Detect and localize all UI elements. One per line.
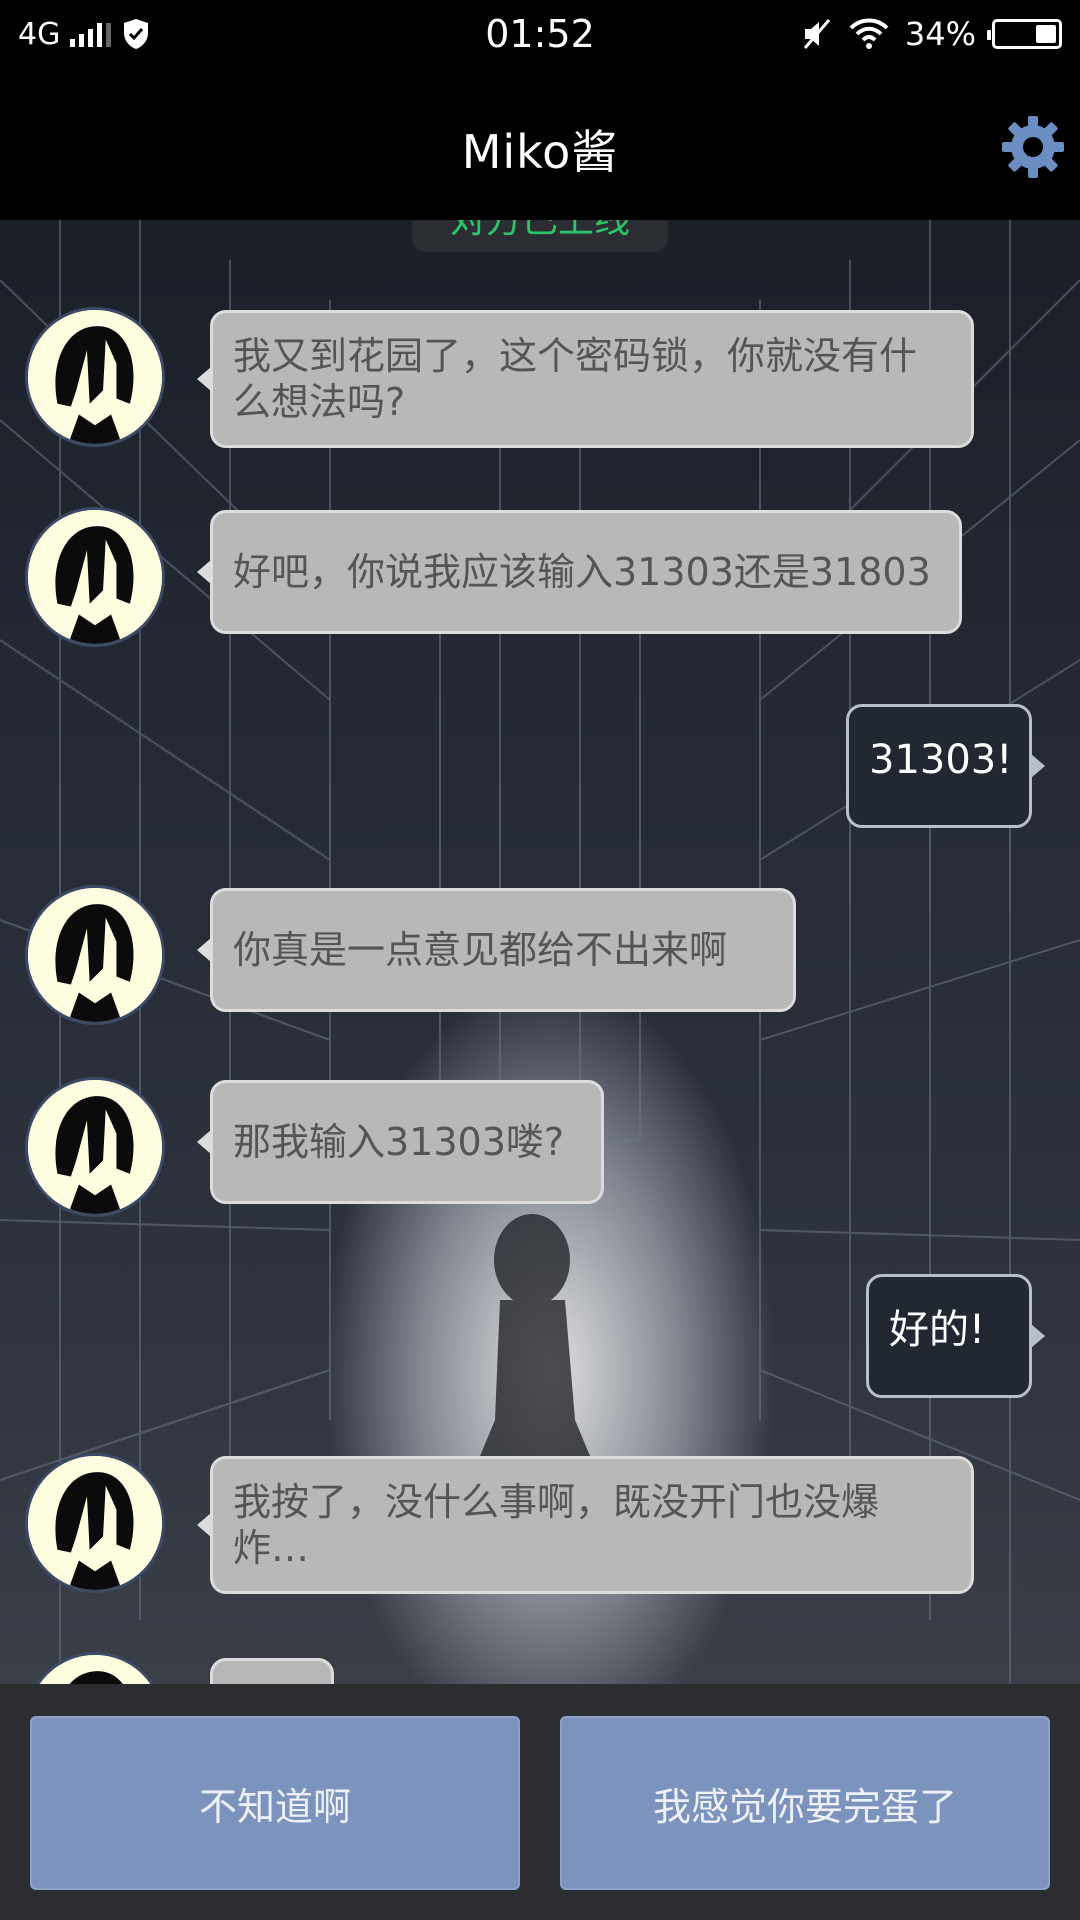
system-notice: 对方已上线 bbox=[412, 220, 668, 252]
girl-avatar-icon bbox=[28, 888, 162, 1022]
message-text: 好的! bbox=[889, 1307, 986, 1353]
message-text: 我按了，没什么事啊，既没开门也没爆炸… bbox=[233, 1480, 880, 1570]
status-right: 34% bbox=[801, 15, 1062, 53]
avatar[interactable] bbox=[25, 507, 165, 647]
battery-icon bbox=[987, 19, 1062, 49]
avatar[interactable] bbox=[25, 1077, 165, 1217]
wifi-icon bbox=[849, 18, 889, 49]
reply-choices-bar: 不知道啊 我感觉你要完蛋了 bbox=[0, 1684, 1080, 1920]
status-left: 4G bbox=[18, 17, 151, 52]
status-bar: 4G 01:52 34% bbox=[0, 0, 1080, 68]
message-text: 我又到花园了，这个密码锁，你就没有什么想法吗? bbox=[233, 334, 918, 424]
girl-avatar-icon bbox=[28, 1456, 162, 1590]
avatar[interactable] bbox=[25, 307, 165, 447]
message-bubble-incoming bbox=[210, 1658, 334, 1684]
message-bubble-outgoing: 31303! bbox=[846, 704, 1045, 828]
message-text: 31303! bbox=[869, 737, 1013, 783]
message-text: 好吧，你说我应该输入31303还是31803 bbox=[233, 550, 931, 594]
girl-avatar-icon bbox=[28, 310, 162, 444]
network-type: 4G bbox=[18, 16, 61, 52]
girl-avatar-icon bbox=[28, 1080, 162, 1214]
message-bubble-incoming: 你真是一点意见都给不出来啊 bbox=[197, 888, 796, 1012]
message-bubble-incoming: 我按了，没什么事啊，既没开门也没爆炸… bbox=[197, 1456, 974, 1594]
battery-percent: 34% bbox=[904, 15, 976, 53]
signal-icon bbox=[70, 21, 112, 47]
message-text: 那我输入31303喽? bbox=[233, 1120, 565, 1164]
message-bubble-incoming: 那我输入31303喽? bbox=[197, 1080, 604, 1204]
message-bubble-incoming: 好吧，你说我应该输入31303还是31803 bbox=[197, 510, 962, 634]
gear-icon bbox=[1002, 116, 1064, 178]
title-bar: Miko酱 bbox=[0, 68, 1080, 220]
shield-icon bbox=[124, 19, 149, 49]
avatar[interactable] bbox=[25, 885, 165, 1025]
mute-icon bbox=[803, 19, 831, 49]
avatar[interactable] bbox=[25, 1453, 165, 1593]
message-bubble-outgoing: 好的! bbox=[866, 1274, 1045, 1398]
battery-level bbox=[1036, 25, 1056, 43]
choice-button-2[interactable]: 我感觉你要完蛋了 bbox=[560, 1716, 1050, 1890]
choice-button-1[interactable]: 不知道啊 bbox=[30, 1716, 520, 1890]
message-text: 你真是一点意见都给不出来啊 bbox=[233, 928, 728, 972]
settings-button[interactable] bbox=[1000, 114, 1066, 180]
girl-avatar-icon bbox=[28, 510, 162, 644]
chat-area[interactable]: 对方已上线 我又到花园了，这个密码锁，你就没有什么想法吗? 好吧，你说我应该输入… bbox=[0, 220, 1080, 1684]
page-title: Miko酱 bbox=[461, 125, 619, 179]
message-bubble-incoming: 我又到花园了，这个密码锁，你就没有什么想法吗? bbox=[197, 310, 974, 448]
